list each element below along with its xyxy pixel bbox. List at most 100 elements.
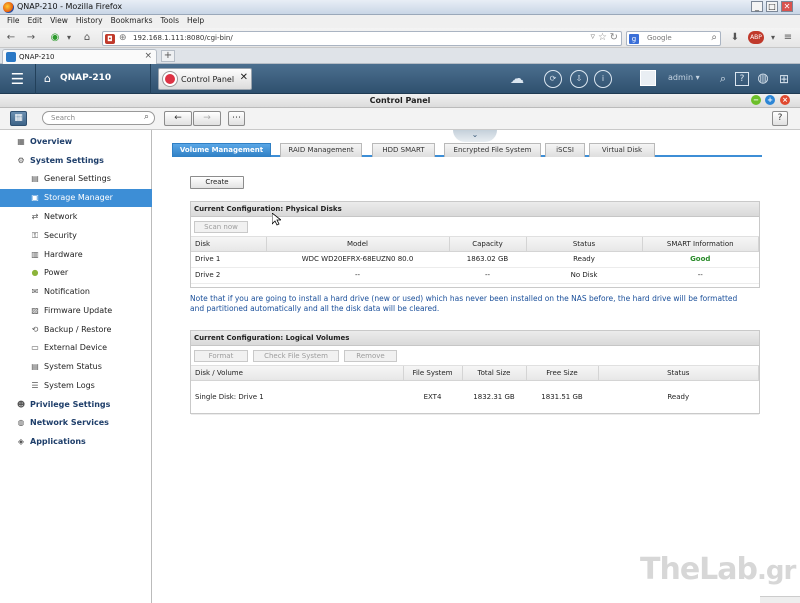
adblock-icon[interactable]: ABP bbox=[748, 31, 764, 44]
table-cell: 1832.31 GB bbox=[462, 380, 526, 415]
cloud-icon[interactable]: ☁ bbox=[508, 70, 526, 88]
menu-help[interactable]: Help bbox=[183, 15, 208, 25]
sidebar-item-overview[interactable]: ▦ Overview bbox=[0, 133, 152, 151]
table-row[interactable]: Single Disk: Drive 1 EXT4 1832.31 GB 183… bbox=[191, 380, 759, 415]
sidebar-item-notification[interactable]: ✉ Notification bbox=[0, 283, 152, 301]
options-grid-icon[interactable]: ⊞ bbox=[775, 70, 793, 88]
sidebar-item-backup-restore[interactable]: ⟲ Backup / Restore bbox=[0, 321, 152, 339]
search-input[interactable]: Search ⌕ bbox=[42, 111, 155, 125]
table-row[interactable]: Drive 1 WDC WD20EFRX-68EUZN0 80.0 1863.0… bbox=[191, 251, 759, 268]
sidebar-item-network[interactable]: ⇄ Network bbox=[0, 208, 152, 226]
browser-tab[interactable]: QNAP-210 × bbox=[2, 49, 157, 64]
event-notification-icon[interactable]: i bbox=[594, 70, 612, 88]
sidebar-item-storage-manager[interactable]: ▣ Storage Manager bbox=[0, 189, 152, 207]
url-dropdown-icon[interactable]: ▿ bbox=[590, 32, 595, 42]
menu-tools[interactable]: Tools bbox=[157, 15, 183, 25]
sidebar-item-network-services[interactable]: ◍ Network Services bbox=[0, 414, 152, 432]
control-panel-tab[interactable]: Control Panel ✕ bbox=[158, 68, 252, 90]
tab-encrypted-file-system[interactable]: Encrypted File System bbox=[444, 143, 541, 157]
column-header[interactable]: File System bbox=[403, 366, 463, 381]
create-button[interactable]: Create bbox=[190, 176, 244, 189]
menu-history[interactable]: History bbox=[72, 15, 107, 25]
url-bar[interactable]: ◘ ⊕ 192.168.1.111:8080/cgi-bin/ ▿ ☆ ↻ bbox=[102, 31, 622, 46]
sidebar-item-hardware[interactable]: ▥ Hardware bbox=[0, 246, 152, 264]
sidebar-toggle-icon[interactable]: ▦ bbox=[10, 111, 27, 126]
help-icon[interactable]: ? bbox=[772, 111, 788, 126]
collapse-handle-icon[interactable]: ⌄ bbox=[453, 130, 497, 142]
column-header[interactable]: SMART Information bbox=[642, 237, 759, 252]
forward-arrow-icon[interactable]: → bbox=[193, 111, 221, 126]
menu-file[interactable]: File bbox=[0, 15, 24, 25]
back-arrow-icon[interactable]: ← bbox=[164, 111, 192, 126]
site-identity-icon[interactable]: ◘ bbox=[105, 34, 115, 44]
main-menu-icon[interactable]: ☰ bbox=[0, 64, 36, 94]
sidebar-item-system-status[interactable]: ▤ System Status bbox=[0, 358, 152, 376]
menu-lines-icon[interactable]: ≡ bbox=[781, 31, 795, 45]
reload-icon[interactable]: ◉ bbox=[48, 31, 62, 45]
check-file-system-button[interactable]: Check File System bbox=[253, 350, 339, 362]
back-icon[interactable]: ← bbox=[4, 31, 18, 45]
minimize-panel-icon[interactable]: − bbox=[751, 95, 761, 105]
column-header[interactable]: Disk bbox=[191, 237, 267, 252]
home-button[interactable]: ⌂ QNAP-210 bbox=[36, 64, 151, 94]
sidebar-item-privilege-settings[interactable]: ☻ Privilege Settings bbox=[0, 396, 152, 414]
sidebar-item-power[interactable]: ● Power bbox=[0, 264, 152, 282]
table-row[interactable]: Drive 2 -- -- No Disk -- bbox=[191, 267, 759, 284]
column-header[interactable]: Capacity bbox=[449, 237, 527, 252]
google-icon[interactable]: g bbox=[629, 34, 639, 44]
tab-iscsi[interactable]: iSCSI bbox=[545, 143, 585, 157]
bookmark-star-icon[interactable]: ☆ bbox=[598, 32, 607, 43]
close-app-icon[interactable]: ✕ bbox=[240, 72, 248, 83]
home-icon[interactable]: ⌂ bbox=[80, 31, 94, 45]
menu-bookmarks[interactable]: Bookmarks bbox=[107, 15, 157, 25]
new-tab-button[interactable]: + bbox=[161, 50, 175, 62]
column-header[interactable]: Status bbox=[526, 237, 643, 252]
search-placeholder[interactable]: Google bbox=[647, 34, 672, 42]
sidebar-item-system-settings[interactable]: ⚙ System Settings bbox=[0, 152, 152, 170]
sidebar-item-security[interactable]: ⚿ Security bbox=[0, 227, 152, 245]
close-window-button[interactable]: ✕ bbox=[781, 1, 793, 12]
background-task-icon[interactable]: ⟳ bbox=[544, 70, 562, 88]
close-panel-icon[interactable]: × bbox=[780, 95, 790, 105]
sidebar-item-firmware-update[interactable]: ▨ Firmware Update bbox=[0, 302, 152, 320]
column-header[interactable]: Model bbox=[266, 237, 450, 252]
sidebar-item-applications[interactable]: ◈ Applications bbox=[0, 433, 152, 451]
maximize-panel-icon[interactable]: + bbox=[765, 95, 775, 105]
url-text[interactable]: 192.168.1.111:8080/cgi-bin/ bbox=[133, 34, 233, 42]
remove-button[interactable]: Remove bbox=[344, 350, 397, 362]
help-icon[interactable]: ? bbox=[735, 72, 749, 86]
search-icon[interactable]: ⌕ bbox=[714, 70, 732, 88]
format-button[interactable]: Format bbox=[194, 350, 248, 362]
apps-grid-icon[interactable]: ⋯ bbox=[228, 111, 245, 126]
minimize-button[interactable]: _ bbox=[751, 1, 763, 12]
sidebar-item-external-device[interactable]: ▭ External Device bbox=[0, 339, 152, 357]
avatar[interactable] bbox=[640, 70, 656, 86]
language-globe-icon[interactable]: ◍ bbox=[754, 70, 772, 88]
menu-view[interactable]: View bbox=[46, 15, 72, 25]
menu-edit[interactable]: Edit bbox=[24, 15, 47, 25]
sidebar-item-system-logs[interactable]: ☰ System Logs bbox=[0, 377, 152, 395]
tab-virtual-disk[interactable]: Virtual Disk bbox=[589, 143, 655, 157]
column-header[interactable]: Free Size bbox=[526, 366, 599, 381]
tab-raid-management[interactable]: RAID Management bbox=[280, 143, 362, 157]
resize-handle[interactable] bbox=[760, 596, 800, 603]
close-tab-icon[interactable]: × bbox=[144, 51, 152, 61]
tab-hdd-smart[interactable]: HDD SMART bbox=[372, 143, 435, 157]
column-header[interactable]: Disk / Volume bbox=[191, 366, 404, 381]
user-menu[interactable]: admin ▾ bbox=[668, 73, 700, 82]
scan-now-button[interactable]: Scan now bbox=[194, 221, 248, 233]
download-icon[interactable]: ⬇ bbox=[728, 31, 742, 45]
sidebar-item-general-settings[interactable]: ▤ General Settings bbox=[0, 170, 152, 188]
column-header[interactable]: Status bbox=[598, 366, 759, 381]
external-device-icon[interactable]: ⇩ bbox=[570, 70, 588, 88]
search-icon[interactable]: ⌕ bbox=[711, 32, 717, 43]
column-header[interactable]: Total Size bbox=[462, 366, 527, 381]
refresh-icon[interactable]: ↻ bbox=[610, 32, 618, 43]
forward-icon[interactable]: → bbox=[24, 31, 38, 45]
search-icon[interactable]: ⌕ bbox=[144, 112, 149, 122]
tab-volume-management[interactable]: Volume Management bbox=[172, 143, 271, 157]
search-bar[interactable]: g Google ⌕ bbox=[626, 31, 721, 46]
maximize-button[interactable]: □ bbox=[766, 1, 778, 12]
adblock-dropdown-icon[interactable]: ▾ bbox=[766, 31, 780, 45]
dropdown-icon[interactable]: ▾ bbox=[62, 31, 76, 45]
